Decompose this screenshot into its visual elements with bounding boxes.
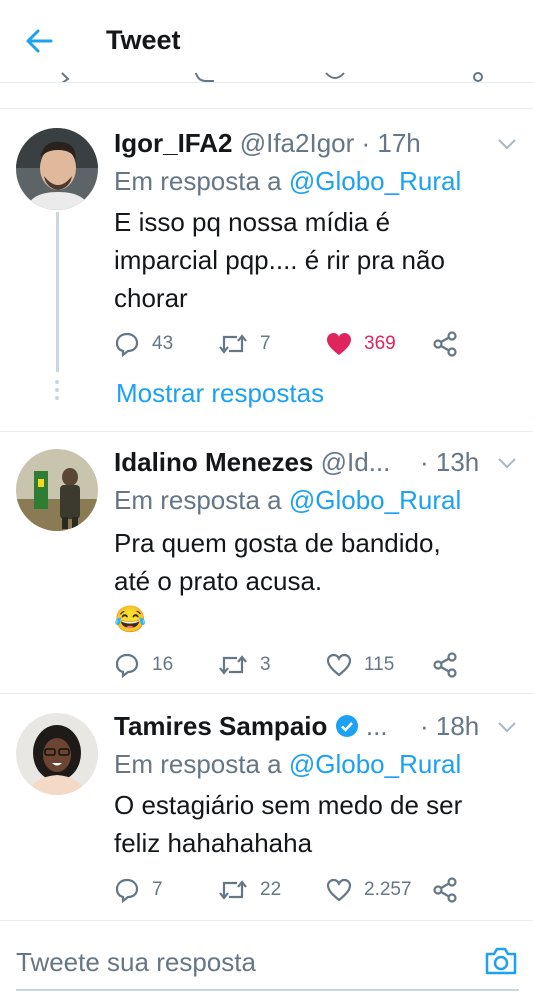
reply-context: Em resposta a @Globo_Rural bbox=[114, 749, 461, 780]
like-count: 2.257 bbox=[364, 879, 412, 900]
top-app-bar: Tweet bbox=[0, 0, 533, 83]
camera-icon[interactable] bbox=[484, 945, 518, 977]
retweet-button[interactable]: 7 bbox=[218, 329, 271, 359]
reply-count: 16 bbox=[152, 654, 174, 675]
reply-prefix: Em resposta a bbox=[114, 749, 289, 779]
share-icon bbox=[433, 331, 457, 357]
tweet-text-line: Pra quem gosta de bandido, bbox=[114, 528, 441, 558]
reply-icon bbox=[115, 878, 139, 903]
thread-line bbox=[56, 212, 59, 372]
heart-icon bbox=[326, 878, 352, 902]
reply-icon bbox=[115, 332, 139, 357]
reply-mention[interactable]: @Globo_Rural bbox=[289, 485, 461, 515]
reply-count: 43 bbox=[152, 333, 174, 354]
show-replies-link[interactable]: Mostrar respostas bbox=[116, 378, 324, 409]
reply-button[interactable]: 16 bbox=[114, 650, 173, 680]
chevron-down-icon[interactable] bbox=[497, 457, 517, 469]
reply-mention[interactable]: @Globo_Rural bbox=[289, 166, 461, 196]
reply-count: 7 bbox=[152, 879, 163, 900]
reply-context: Em resposta a @Globo_Rural bbox=[114, 166, 461, 197]
display-name[interactable]: Igor_IFA2 bbox=[114, 128, 232, 158]
thread-dots bbox=[55, 380, 59, 404]
reply-mention[interactable]: @Globo_Rural bbox=[289, 749, 461, 779]
tweet-header: Tamires Sampaio ... bbox=[114, 711, 388, 742]
tweet-text-line: O estagiário sem medo de ser bbox=[114, 790, 463, 820]
reply-icon bbox=[115, 653, 139, 678]
avatar[interactable] bbox=[16, 713, 98, 795]
heart-icon bbox=[326, 653, 352, 677]
retweet-icon bbox=[219, 334, 247, 354]
share-icon bbox=[433, 652, 457, 678]
like-button[interactable]: 115 bbox=[326, 650, 394, 680]
tweet-text-line: imparcial pqp.... é rir pra não bbox=[114, 245, 445, 275]
tweet-text-line: até o prato acusa. bbox=[114, 566, 323, 596]
tweet-text: E isso pq nossa mídia é imparcial pqp...… bbox=[114, 203, 514, 317]
retweet-count: 7 bbox=[260, 333, 271, 354]
reply-button[interactable]: 7 bbox=[114, 875, 163, 905]
tweet-actions: 7 22 2.257 bbox=[114, 875, 514, 905]
compose-bar: Tweete sua resposta bbox=[0, 920, 533, 996]
retweet-button[interactable]: 22 bbox=[218, 875, 281, 905]
previous-tweet-actions-cut bbox=[0, 70, 533, 82]
heart-filled-icon bbox=[327, 333, 351, 355]
emoji-tears-of-joy: 😂 bbox=[114, 604, 147, 634]
separator-dot: · bbox=[420, 711, 436, 741]
tweet-header: Igor_IFA2 @Ifa2Igor · 17h bbox=[114, 128, 421, 159]
retweet-button[interactable]: 3 bbox=[218, 650, 271, 680]
display-name[interactable]: Tamires Sampaio bbox=[114, 711, 327, 741]
display-name[interactable]: Idalino Menezes bbox=[114, 447, 313, 477]
tweet-text-line: E isso pq nossa mídia é bbox=[114, 207, 391, 237]
tweet-item[interactable]: Idalino Menezes @Id... · 13h Em resposta… bbox=[0, 431, 533, 693]
like-button[interactable]: 2.257 bbox=[326, 875, 412, 905]
share-button[interactable] bbox=[432, 875, 470, 905]
retweet-count: 3 bbox=[260, 654, 271, 675]
input-underline bbox=[16, 989, 519, 991]
tweet-item[interactable]: Igor_IFA2 @Ifa2Igor · 17h Em resposta a … bbox=[0, 108, 533, 431]
timestamp: 17h bbox=[377, 128, 421, 158]
reply-input[interactable]: Tweete sua resposta bbox=[16, 947, 256, 978]
chevron-down-icon[interactable] bbox=[497, 721, 517, 733]
retweet-icon bbox=[219, 880, 247, 900]
separator-dot: · bbox=[354, 128, 378, 158]
reply-button[interactable]: 43 bbox=[114, 329, 173, 359]
tweet-text-line: feliz hahahahaha bbox=[114, 828, 313, 858]
tweet-actions: 43 7 369 bbox=[114, 329, 514, 359]
page-title: Tweet bbox=[106, 25, 181, 55]
share-button[interactable] bbox=[432, 650, 470, 680]
reply-context: Em resposta a @Globo_Rural bbox=[114, 485, 461, 516]
retweet-icon bbox=[219, 655, 247, 675]
tweet-text-line: chorar bbox=[114, 283, 188, 313]
avatar[interactable] bbox=[16, 449, 98, 531]
reply-prefix: Em resposta a bbox=[114, 485, 289, 515]
retweet-count: 22 bbox=[260, 879, 282, 900]
reply-prefix: Em resposta a bbox=[114, 166, 289, 196]
separator-dot: · bbox=[420, 447, 436, 477]
verified-badge-icon bbox=[335, 715, 358, 737]
like-button[interactable]: 369 bbox=[326, 329, 396, 359]
user-handle[interactable]: @Ifa2Igor bbox=[240, 128, 355, 158]
like-count: 369 bbox=[364, 333, 396, 354]
timestamp: 18h bbox=[435, 711, 480, 741]
user-handle[interactable]: @Id... bbox=[321, 447, 391, 477]
avatar[interactable] bbox=[16, 128, 98, 210]
timestamp: 13h bbox=[435, 447, 480, 477]
like-count: 115 bbox=[364, 654, 395, 675]
tweet-text: O estagiário sem medo de ser feliz hahah… bbox=[114, 786, 514, 862]
tweet-text: Pra quem gosta de bandido, até o prato a… bbox=[114, 524, 514, 638]
tweet-actions: 16 3 115 bbox=[114, 650, 514, 680]
tweet-time-wrap: · 18h bbox=[420, 711, 479, 742]
share-icon bbox=[433, 877, 457, 903]
share-button[interactable] bbox=[432, 329, 470, 359]
chevron-down-icon[interactable] bbox=[497, 138, 517, 150]
tweet-header: Idalino Menezes @Id... bbox=[114, 447, 390, 478]
tweet-item[interactable]: Tamires Sampaio ... · 18h Em resposta a … bbox=[0, 693, 533, 919]
user-handle[interactable]: ... bbox=[366, 711, 388, 741]
tweet-time-wrap: · 13h bbox=[420, 447, 479, 478]
arrow-left-icon[interactable] bbox=[24, 26, 54, 56]
